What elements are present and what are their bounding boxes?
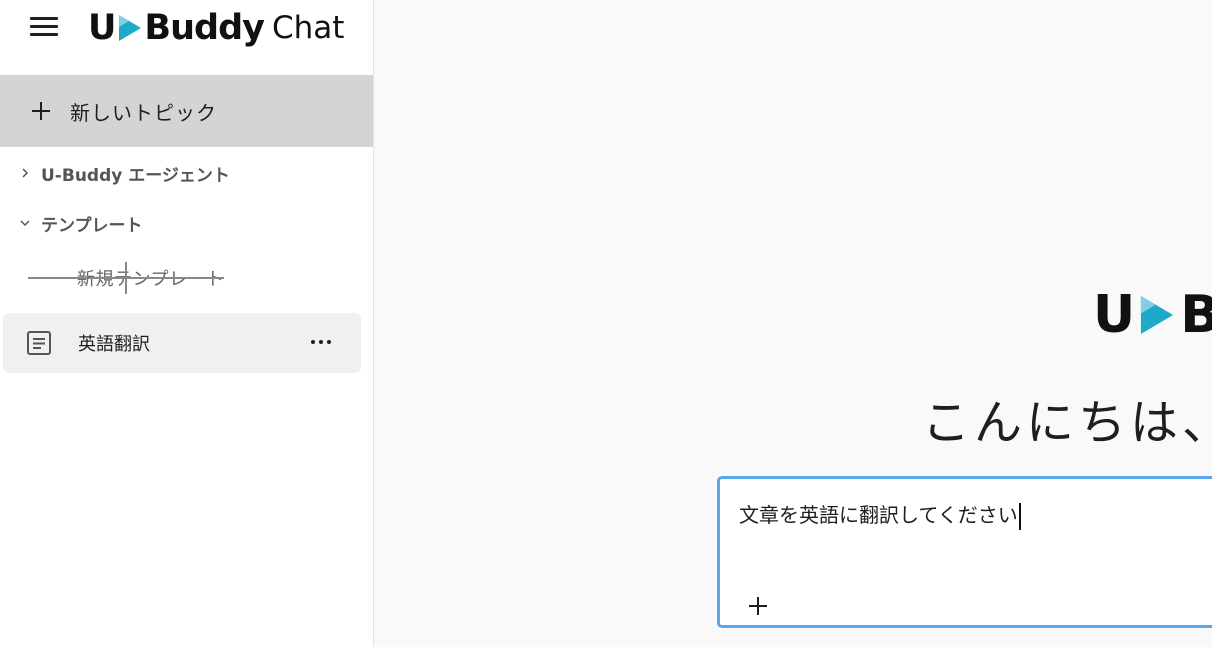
new-template-button[interactable]: 新規テンプレート: [28, 262, 224, 294]
section-label: U-Buddy エージェント: [41, 165, 230, 186]
new-topic-button[interactable]: 新しいトピック: [0, 75, 373, 147]
text-caret: [1018, 503, 1021, 530]
document-icon: [27, 331, 51, 355]
prompt-value[interactable]: 文章を英語に翻訳してください: [739, 503, 1018, 527]
prompt-text-wrapper[interactable]: 文章を英語に翻訳してください: [739, 499, 1021, 530]
logo-text-buddy: Buddy: [144, 8, 265, 48]
section-label: テンプレート: [41, 215, 143, 236]
section-templates[interactable]: テンプレート: [18, 209, 143, 237]
new-topic-label: 新しいトピック: [70, 100, 217, 125]
attach-plus-icon[interactable]: [749, 597, 767, 615]
logo-text-u: U: [1093, 285, 1135, 345]
section-u-buddy-agent[interactable]: U-Buddy エージェント: [18, 159, 230, 187]
prompt-input[interactable]: 文章を英語に翻訳してください: [717, 476, 1212, 628]
more-horizontal-icon[interactable]: [311, 340, 331, 346]
chevron-down-icon: [18, 216, 32, 230]
hamburger-icon[interactable]: [30, 17, 58, 37]
logo-text-chat: Chat: [271, 10, 345, 46]
chevron-right-icon: [18, 166, 32, 180]
template-label: 英語翻訳: [78, 334, 150, 355]
greeting-heading: こんにちは、: [922, 395, 1212, 451]
logo-play-icon: [1141, 296, 1174, 334]
main-logo: U B: [1093, 285, 1212, 345]
app-logo: U Buddy Chat: [88, 4, 344, 52]
logo-play-icon: [119, 15, 142, 41]
plus-icon: [28, 268, 48, 288]
logo-text-u: U: [88, 8, 116, 48]
sidebar-header: U Buddy Chat: [0, 0, 373, 75]
template-item-english-translation[interactable]: 英語翻訳: [3, 313, 361, 373]
logo-text-b: B: [1180, 285, 1212, 345]
plus-icon: [32, 102, 50, 120]
sidebar: U Buddy Chat 新しいトピック U-Buddy エージェント テンプレ…: [0, 0, 374, 647]
